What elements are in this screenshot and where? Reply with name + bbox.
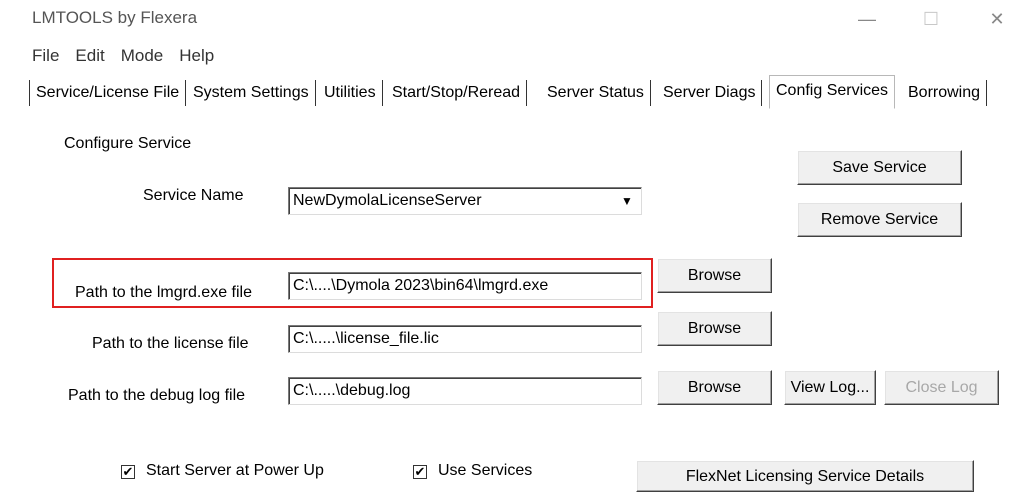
license-path-input[interactable]: C:\.....\license_file.lic [288,325,642,353]
remove-service-button[interactable]: Remove Service [797,202,962,237]
tab-config-services[interactable]: Config Services [769,75,896,109]
tab-service-license-file[interactable]: Service/License File [29,80,187,106]
tab-server-status[interactable]: Server Status [541,80,651,106]
menu-mode[interactable]: Mode [121,46,164,66]
browse-license-button[interactable]: Browse [657,311,772,346]
tab-start-stop-reread[interactable]: Start/Stop/Reread [386,80,528,106]
close-log-button: Close Log [884,370,999,405]
service-name-combo[interactable]: NewDymolaLicenseServer ▼ [288,187,642,215]
window-title: LMTOOLS by Flexera [32,8,198,27]
browse-debug-log-button[interactable]: Browse [657,370,772,405]
use-services-label: Use Services [438,462,533,479]
menu-bar: File Edit Mode Help [32,46,214,66]
tab-system-settings[interactable]: System Settings [187,80,316,106]
debug-log-path-label: Path to the debug log file [68,387,246,404]
minimize-icon[interactable]: — [852,4,882,34]
configure-service-label: Configure Service [64,135,192,152]
menu-edit[interactable]: Edit [75,46,104,66]
browse-lmgrd-button[interactable]: Browse [657,258,772,293]
menu-help[interactable]: Help [179,46,214,66]
tab-borrowing[interactable]: Borrowing [902,80,988,106]
flexnet-service-details-button[interactable]: FlexNet Licensing Service Details [636,460,974,492]
start-at-power-up-label: Start Server at Power Up [146,462,324,479]
close-icon[interactable]: ✕ [982,4,1009,34]
lmgrd-path-label: Path to the lmgrd.exe file [75,284,252,301]
lmgrd-path-input[interactable]: C:\....\Dymola 2023\bin64\lmgrd.exe [288,272,642,300]
menu-file[interactable]: File [32,46,59,66]
chevron-down-icon[interactable]: ▼ [616,191,638,211]
service-name-label: Service Name [143,187,244,204]
start-at-power-up-checkbox[interactable]: ✔ [121,465,135,479]
maximize-icon: ☐ [922,9,940,29]
tab-server-diags[interactable]: Server Diags [657,80,763,106]
license-path-label: Path to the license file [92,335,249,352]
view-log-button[interactable]: View Log... [784,370,876,405]
use-services-checkbox[interactable]: ✔ [413,465,427,479]
debug-log-path-input[interactable]: C:\.....\debug.log [288,377,642,405]
service-name-value: NewDymolaLicenseServer [293,192,482,209]
save-service-button[interactable]: Save Service [797,150,962,185]
tab-utilities[interactable]: Utilities [318,80,383,106]
